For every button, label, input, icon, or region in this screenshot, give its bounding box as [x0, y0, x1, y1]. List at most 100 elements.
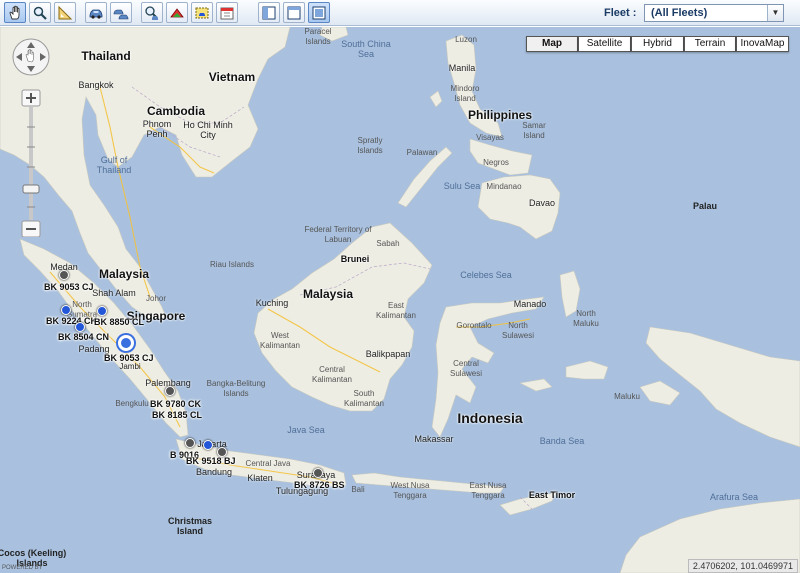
zoom-out-button[interactable]	[21, 220, 41, 238]
vehicle-label[interactable]: BK 8504 CN	[58, 332, 109, 342]
label-makassar: Makassar	[414, 434, 454, 444]
label-bali: Bali	[351, 485, 365, 494]
fleet-select-value: (All Fleets)	[651, 7, 708, 19]
vehicle-label[interactable]: BK 8185 CL	[152, 410, 202, 420]
pan-control[interactable]	[12, 38, 50, 76]
label-central-sulawesi: Central Sulawesi	[449, 359, 482, 378]
label-balikpapan: Balikpapan	[365, 349, 411, 359]
car-icon	[89, 9, 103, 19]
vehicle-label[interactable]: BK 9053 CJ	[104, 353, 154, 363]
vehicle-tool-button[interactable]	[85, 2, 107, 23]
magnifier-icon	[33, 6, 47, 20]
vehicle-marker[interactable]	[165, 386, 175, 396]
label-malaysia-east: Malaysia	[302, 287, 354, 301]
zoom-area-button[interactable]	[141, 2, 163, 23]
zoom-in-button[interactable]	[21, 89, 41, 107]
vehicle-marker[interactable]	[97, 306, 107, 316]
measure-tool-button[interactable]	[54, 2, 76, 23]
vehicle-marker-selected[interactable]	[118, 335, 134, 351]
fleet-label: Fleet :	[604, 7, 637, 19]
vehicle-label[interactable]: BK 9224 CK	[46, 316, 97, 326]
calendar-button[interactable]	[216, 2, 238, 23]
label-thailand: Thailand	[81, 49, 131, 63]
label-samar: Samar Island	[522, 121, 546, 140]
tool-group	[4, 2, 241, 24]
label-brunei: Brunei	[340, 254, 370, 264]
label-ho-chi-minh-city: Ho Chi Minh City	[183, 120, 233, 140]
vehicle-marker[interactable]	[75, 322, 85, 332]
chevron-down-icon: ▼	[767, 5, 783, 21]
vehicle-label[interactable]: BK 9518 BJ	[186, 456, 236, 466]
label-bandung: Bandung	[195, 467, 233, 477]
layout-group	[258, 2, 333, 24]
fleet-select[interactable]: (All Fleets) ▼	[644, 4, 784, 22]
maptype-inovamap-button[interactable]: InovaMap	[736, 36, 789, 52]
label-visayas: Visayas	[476, 133, 504, 142]
label-south-china-sea: South China Sea	[341, 39, 391, 59]
vehicle-label[interactable]: BK 9053 CJ	[44, 282, 94, 292]
vehicle-marker[interactable]	[59, 270, 69, 280]
label-negros: Negros	[483, 158, 509, 167]
label-east-kalimantan: East Kalimantan	[375, 301, 417, 320]
pan-tool-button[interactable]	[4, 2, 26, 23]
label-east-timor: East Timor	[528, 490, 576, 500]
geofence-tool-button[interactable]	[191, 2, 213, 23]
label-labuan: Federal Territory of Labuan	[304, 225, 372, 244]
label-south-kalimantan: South Kalimantan	[343, 389, 385, 408]
label-east-nusa-tenggara: East Nusa Tenggara	[469, 481, 507, 500]
label-kuching: Kuching	[255, 298, 289, 308]
label-bangkok: Bangkok	[78, 80, 114, 90]
label-vietnam: Vietnam	[208, 70, 256, 84]
map-canvas[interactable]: Thailand Vietnam Cambodia Philippines Ma…	[0, 27, 800, 573]
label-phnom-penh: Phnom Penh	[142, 119, 172, 139]
vehicle-marker[interactable]	[203, 440, 213, 450]
label-maluku: Maluku	[614, 392, 640, 401]
layout-full-icon	[287, 6, 301, 19]
label-sabah: Sabah	[376, 239, 400, 248]
label-bangka-belitung: Bangka-Belitung Islands	[206, 379, 266, 398]
toolbar: Fleet : (All Fleets) ▼	[0, 0, 800, 26]
label-christmas-island: Christmas Island	[167, 516, 212, 536]
layout-split-button[interactable]	[258, 2, 280, 23]
label-west-kalimantan: West Kalimantan	[259, 331, 301, 350]
cars-icon	[113, 9, 129, 19]
route-tool-button[interactable]	[166, 2, 188, 23]
vehicle-marker[interactable]	[185, 438, 195, 448]
label-malaysia-west: Malaysia	[98, 267, 150, 281]
maptype-satellite-button[interactable]: Satellite	[578, 36, 631, 52]
label-spratly: Spratly Islands	[357, 136, 383, 155]
label-bengkulu: Bengkulu	[115, 399, 149, 408]
search-car-icon	[145, 5, 158, 20]
zoom-slider-handle[interactable]	[22, 184, 40, 194]
label-palawan: Palawan	[406, 148, 438, 157]
label-west-nusa-tenggara: West Nusa Tenggara	[390, 481, 430, 500]
map-navigation	[11, 37, 53, 242]
layout-split-icon	[262, 6, 276, 19]
label-indonesia: Indonesia	[457, 410, 523, 426]
zoom-tool-button[interactable]	[29, 2, 51, 23]
layout-full-button[interactable]	[283, 2, 305, 23]
label-mindoro: Mindoro Island	[450, 84, 480, 103]
layout-map-icon	[312, 6, 326, 19]
label-manado: Manado	[513, 299, 547, 309]
vehicle-marker[interactable]	[313, 468, 323, 478]
vehicle-label[interactable]: BK 8850 CL	[94, 317, 144, 327]
maptype-map-button[interactable]: Map	[526, 36, 578, 52]
label-celebes-sea: Celebes Sea	[460, 270, 512, 280]
maptype-terrain-button[interactable]: Terrain	[684, 36, 736, 52]
vehicle-label[interactable]: BK 8726 BS	[294, 480, 345, 490]
powered-by-label: POWERED BY	[2, 565, 43, 571]
vehicle-label[interactable]: BK 9780 CK	[150, 399, 201, 409]
maptype-hybrid-button[interactable]: Hybrid	[631, 36, 684, 52]
label-philippines: Philippines	[467, 108, 533, 122]
label-johor: Johor	[145, 294, 167, 303]
label-davao: Davao	[528, 198, 556, 208]
layout-map-button[interactable]	[308, 2, 330, 23]
label-north-sulawesi: North Sulawesi	[501, 321, 534, 340]
label-mindanao: Mindanao	[486, 182, 522, 191]
label-gulf-of-thailand: Gulf of Thailand	[96, 155, 132, 175]
label-central-kalimantan: Central Kalimantan	[311, 365, 353, 384]
vehicle-marker[interactable]	[61, 305, 71, 315]
route-icon	[170, 7, 184, 17]
fleet-tool-button[interactable]	[110, 2, 132, 23]
